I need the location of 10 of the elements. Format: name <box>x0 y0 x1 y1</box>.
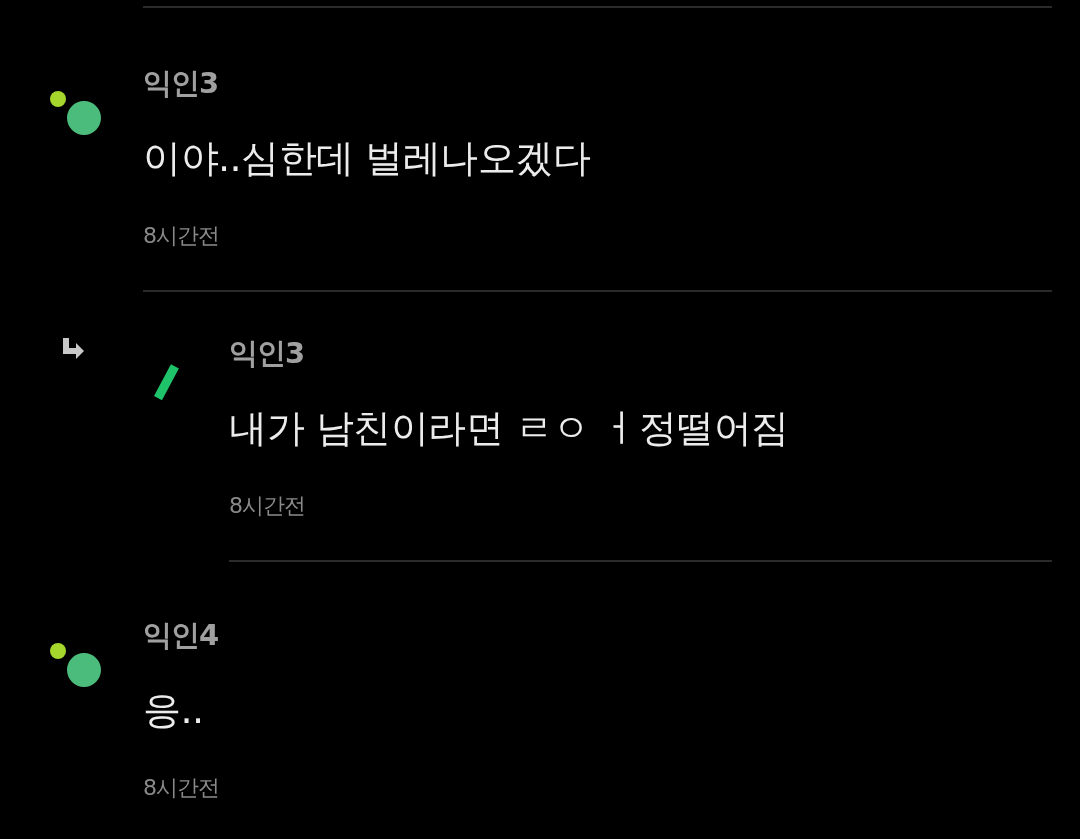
comment-text: 내가 남친이라면 ㄹㅇ ㅓ정떨어짐 <box>229 406 789 450</box>
timestamp: 8시간전 <box>143 222 220 250</box>
timestamp: 8시간전 <box>229 492 306 520</box>
comment-text: 응.. <box>143 688 205 732</box>
author-name: 익인3 <box>229 336 306 370</box>
comment-text: 이야..심한데 벌레나오겠다 <box>143 136 591 180</box>
reply-arrow-icon <box>60 336 86 360</box>
author-name: 익인4 <box>143 618 219 652</box>
timestamp: 8시간전 <box>143 774 219 802</box>
author-name: 익인3 <box>143 66 220 100</box>
